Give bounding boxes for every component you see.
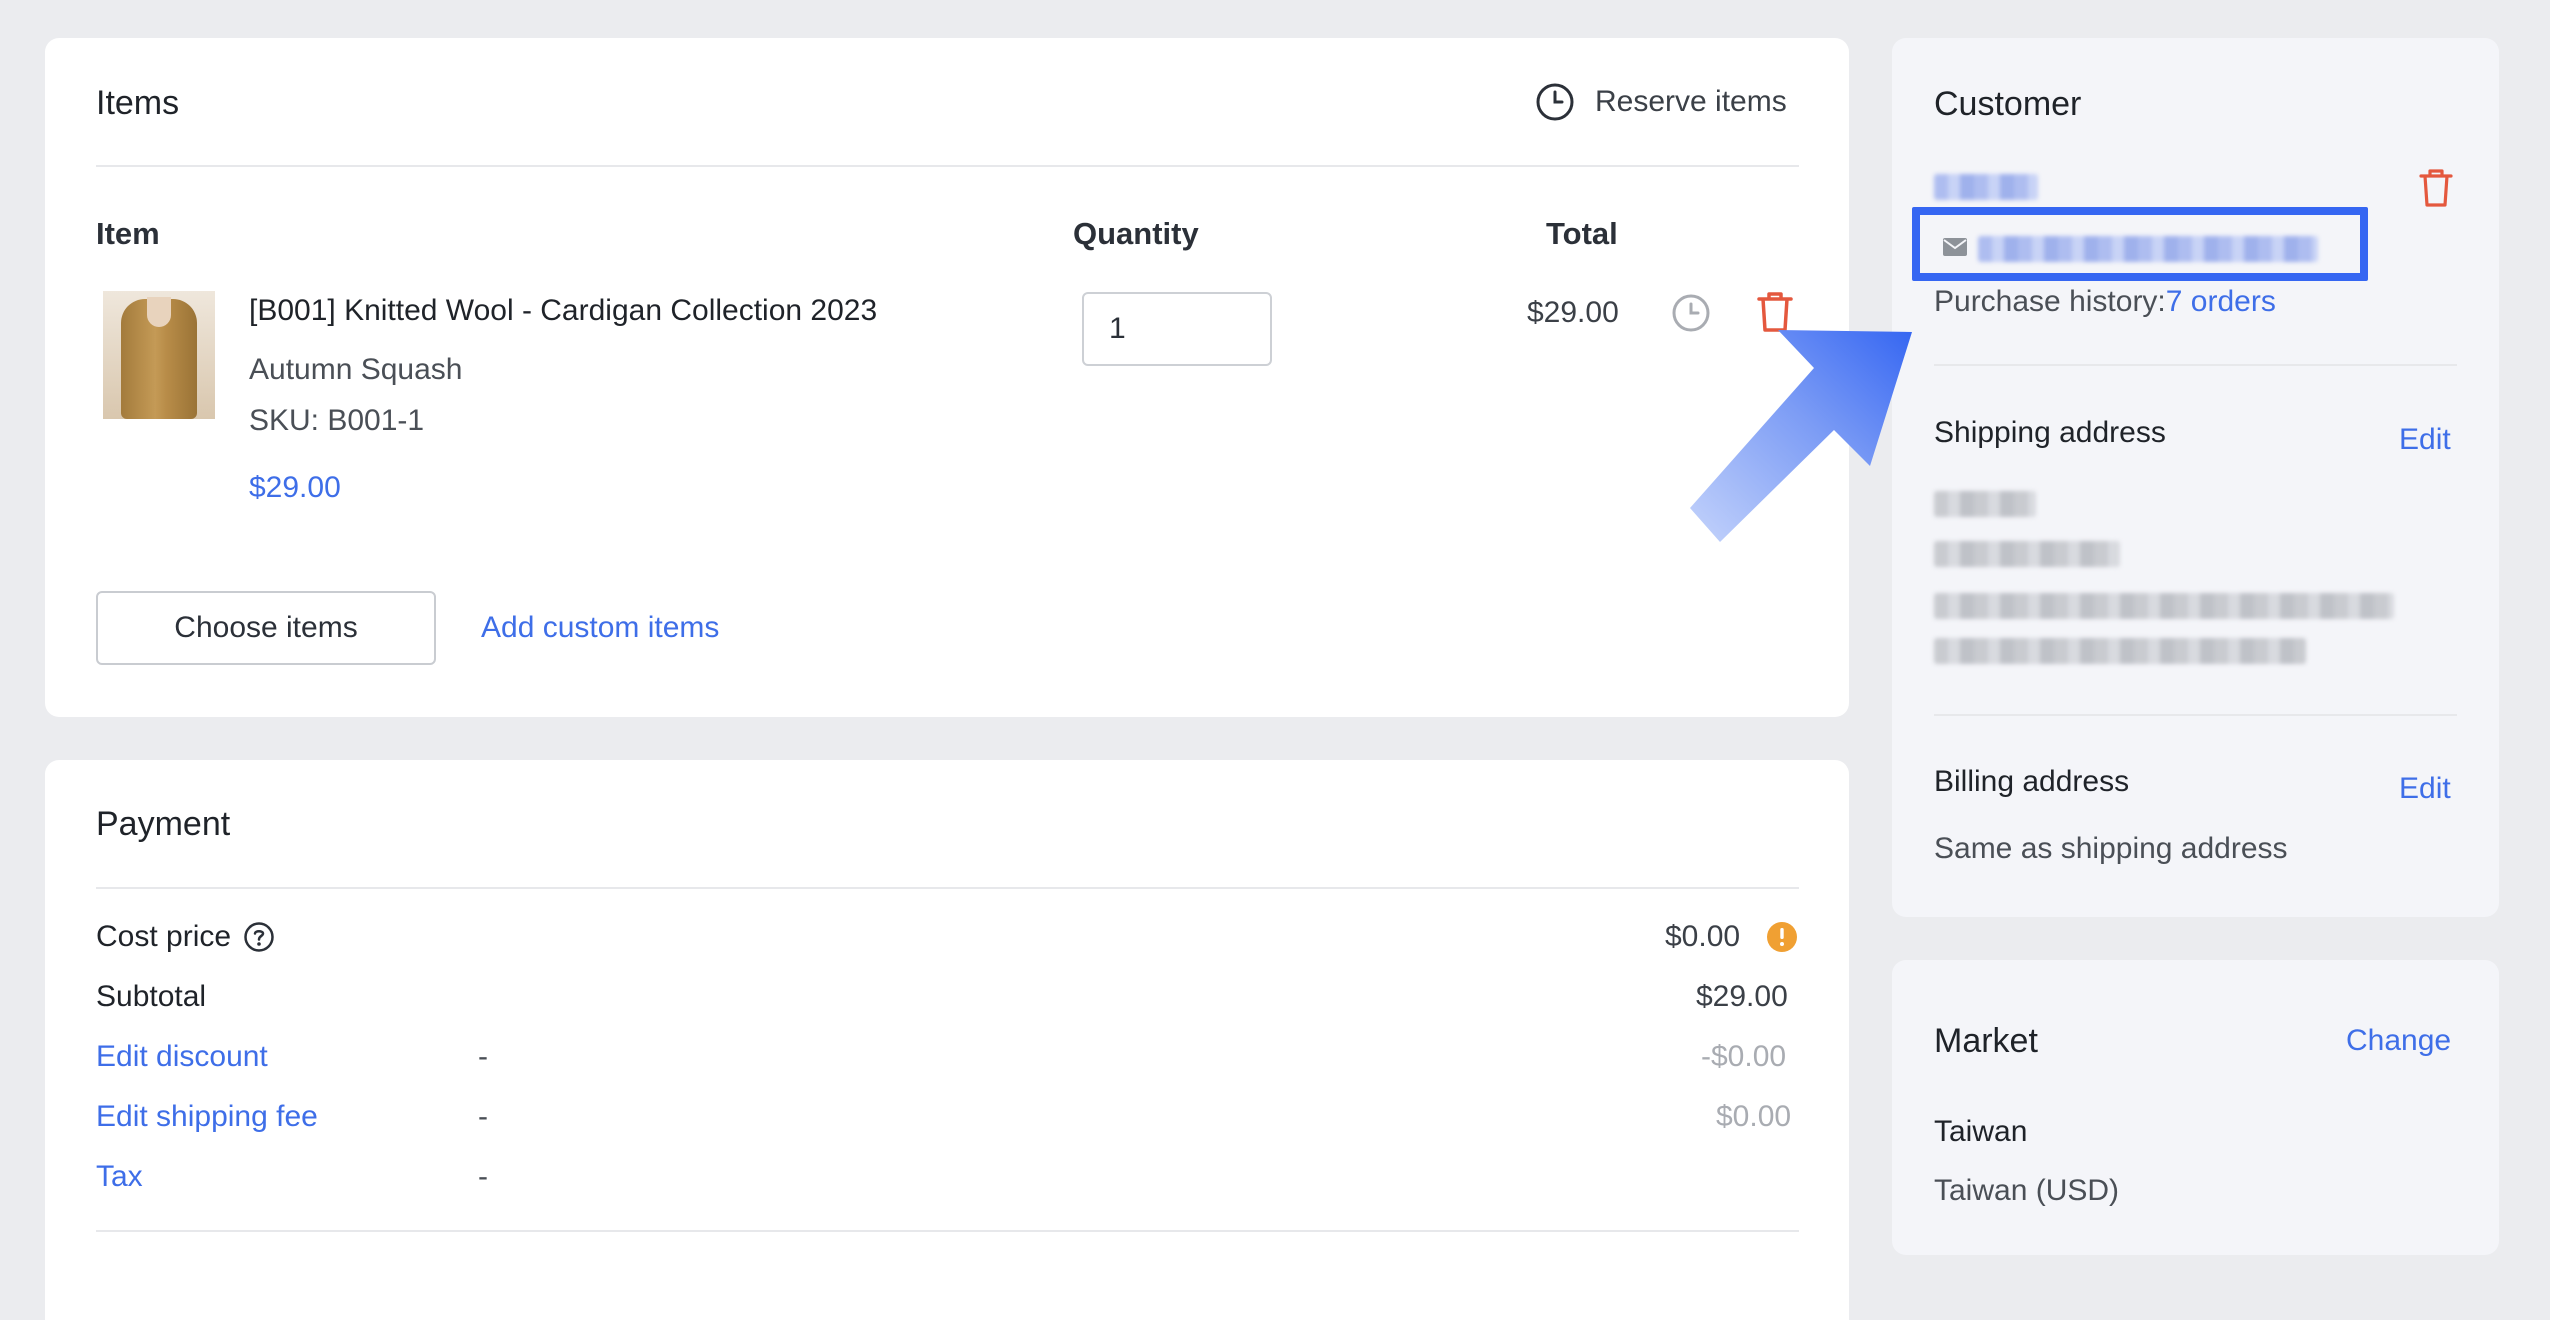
help-icon[interactable] bbox=[243, 921, 275, 953]
billing-address-value: Same as shipping address bbox=[1934, 832, 2288, 865]
column-quantity: Quantity bbox=[1073, 216, 1199, 251]
reserve-items-label: Reserve items bbox=[1595, 85, 1787, 118]
shipping-address-line2-redacted bbox=[1934, 638, 2306, 664]
shipping-address-title: Shipping address bbox=[1934, 416, 2166, 449]
shipping-name-redacted bbox=[1934, 491, 2036, 517]
edit-discount-link[interactable]: Edit discount bbox=[96, 1040, 268, 1074]
discount-mid: - bbox=[478, 1040, 488, 1073]
market-change-link[interactable]: Change bbox=[2346, 1024, 2451, 1058]
add-custom-items-link[interactable]: Add custom items bbox=[481, 611, 719, 645]
payment-bottom-divider bbox=[96, 1230, 1799, 1232]
cost-price-value: $0.00 bbox=[1665, 920, 1741, 953]
market-title: Market bbox=[1934, 1022, 2038, 1060]
column-total: Total bbox=[1546, 216, 1618, 251]
payment-title: Payment bbox=[96, 805, 231, 843]
purchase-history: Purchase history:7 orders bbox=[1934, 285, 2276, 319]
edit-shipping-fee-link[interactable]: Edit shipping fee bbox=[96, 1100, 318, 1134]
subtotal-label: Subtotal bbox=[96, 980, 207, 1013]
shipping-fee-value: $0.00 bbox=[1716, 1100, 1792, 1133]
warning-icon[interactable] bbox=[1766, 921, 1798, 953]
pointer-arrow-icon bbox=[1690, 330, 1912, 542]
highlight-box-email bbox=[1912, 207, 2368, 281]
payment-divider bbox=[96, 887, 1799, 889]
cost-price-label: Cost price bbox=[96, 920, 232, 953]
purchase-history-link[interactable]: 7 orders bbox=[2166, 285, 2276, 318]
column-item: Item bbox=[96, 216, 160, 251]
reserve-items-button[interactable]: Reserve items bbox=[1535, 82, 1787, 122]
billing-address-title: Billing address bbox=[1934, 765, 2130, 798]
tax-mid: - bbox=[478, 1160, 488, 1193]
items-divider bbox=[96, 165, 1799, 167]
customer-name-redacted[interactable] bbox=[1934, 174, 2038, 200]
product-price: $29.00 bbox=[249, 471, 341, 504]
customer-divider-2 bbox=[1934, 714, 2457, 716]
purchase-history-label: Purchase history: bbox=[1934, 285, 2166, 318]
quantity-input[interactable] bbox=[1082, 292, 1272, 366]
items-title: Items bbox=[96, 84, 180, 122]
payment-card: Payment Cost price $0.00 Subtotal $29.00… bbox=[45, 760, 1849, 1320]
line-total: $29.00 bbox=[1527, 296, 1619, 329]
clock-icon bbox=[1536, 83, 1574, 121]
product-thumbnail[interactable] bbox=[103, 291, 215, 419]
market-name: Taiwan bbox=[1934, 1115, 2028, 1148]
shipping-fee-mid: - bbox=[478, 1100, 488, 1133]
product-name[interactable]: [B001] Knitted Wool - Cardigan Collectio… bbox=[249, 294, 877, 328]
billing-address-edit-link[interactable]: Edit bbox=[2399, 772, 2451, 806]
customer-title: Customer bbox=[1934, 85, 2082, 123]
discount-value: -$0.00 bbox=[1701, 1040, 1787, 1073]
remove-customer-trash-icon[interactable] bbox=[2418, 168, 2454, 208]
market-currency: Taiwan (USD) bbox=[1934, 1174, 2120, 1207]
payment-row-cost: Cost price bbox=[96, 920, 275, 954]
customer-card: Customer Purchase history:7 orders Shipp… bbox=[1892, 38, 2499, 917]
product-sku: SKU: B001-1 bbox=[249, 404, 425, 437]
choose-items-button[interactable]: Choose items bbox=[96, 591, 436, 665]
subtotal-value: $29.00 bbox=[1696, 980, 1788, 1013]
items-card: Items Reserve items Item Quantity Total … bbox=[45, 38, 1849, 717]
customer-divider-1 bbox=[1934, 364, 2457, 366]
shipping-address-line1-redacted bbox=[1934, 593, 2394, 619]
tax-link[interactable]: Tax bbox=[96, 1160, 143, 1194]
shipping-phone-redacted bbox=[1934, 541, 2120, 567]
product-variant: Autumn Squash bbox=[249, 353, 463, 386]
shipping-address-edit-link[interactable]: Edit bbox=[2399, 423, 2451, 457]
market-card: Market Change Taiwan Taiwan (USD) bbox=[1892, 960, 2499, 1255]
